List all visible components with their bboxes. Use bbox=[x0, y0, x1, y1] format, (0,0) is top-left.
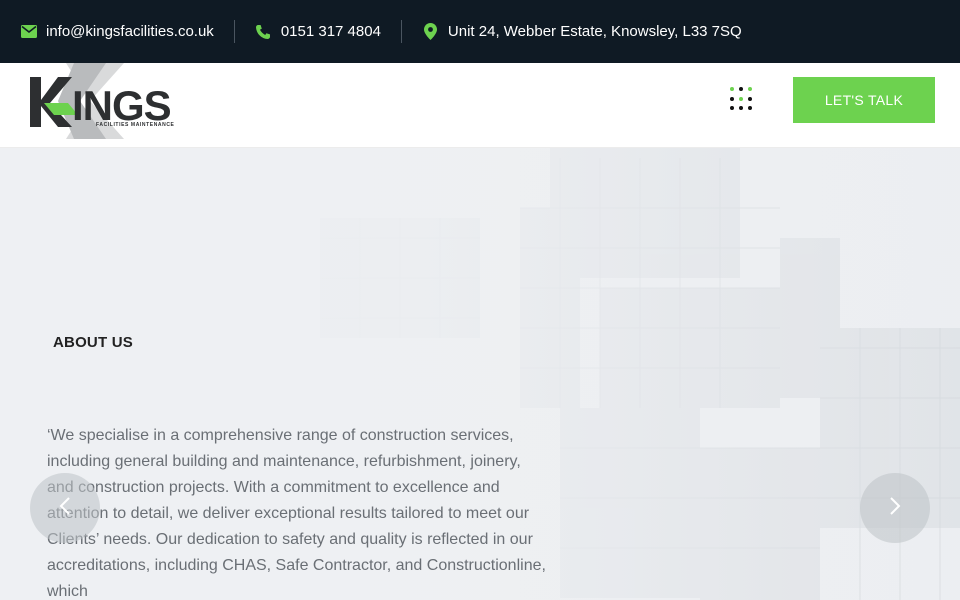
phone-text[interactable]: 0151 317 4804 bbox=[281, 23, 381, 40]
chevron-left-icon bbox=[59, 496, 71, 521]
chevron-right-icon bbox=[889, 496, 901, 521]
divider bbox=[233, 20, 235, 43]
address-text: Unit 24, Webber Estate, Knowsley, L33 7S… bbox=[447, 23, 742, 40]
site-header: INGS FACILITIES MAINTENANCE LET'S TALK bbox=[0, 63, 960, 148]
grid-dots-icon[interactable] bbox=[728, 85, 756, 113]
kings-logo[interactable]: INGS FACILITIES MAINTENANCE bbox=[28, 63, 178, 139]
phone-icon bbox=[255, 23, 272, 40]
hero-slider: ABOUT US ‘We specialise in a comprehensi… bbox=[0, 148, 960, 600]
top-info-bar: info@kingsfacilities.co.uk 0151 317 4804… bbox=[0, 0, 960, 63]
slider-next-button[interactable] bbox=[860, 473, 930, 543]
slider-prev-button[interactable] bbox=[30, 473, 100, 543]
phone-contact[interactable]: 0151 317 4804 bbox=[255, 20, 381, 44]
about-description: ‘We specialise in a comprehensive range … bbox=[47, 427, 546, 600]
lets-talk-button[interactable]: LET'S TALK bbox=[793, 77, 935, 123]
address-contact: Unit 24, Webber Estate, Knowsley, L33 7S… bbox=[422, 20, 742, 44]
email-text[interactable]: info@kingsfacilities.co.uk bbox=[46, 23, 214, 40]
svg-text:FACILITIES MAINTENANCE: FACILITIES MAINTENANCE bbox=[96, 122, 175, 128]
envelope-icon bbox=[20, 23, 37, 40]
map-pin-icon bbox=[422, 23, 439, 40]
about-us-label: ABOUT US bbox=[53, 334, 133, 351]
email-contact[interactable]: info@kingsfacilities.co.uk bbox=[20, 20, 214, 44]
divider bbox=[400, 20, 402, 43]
